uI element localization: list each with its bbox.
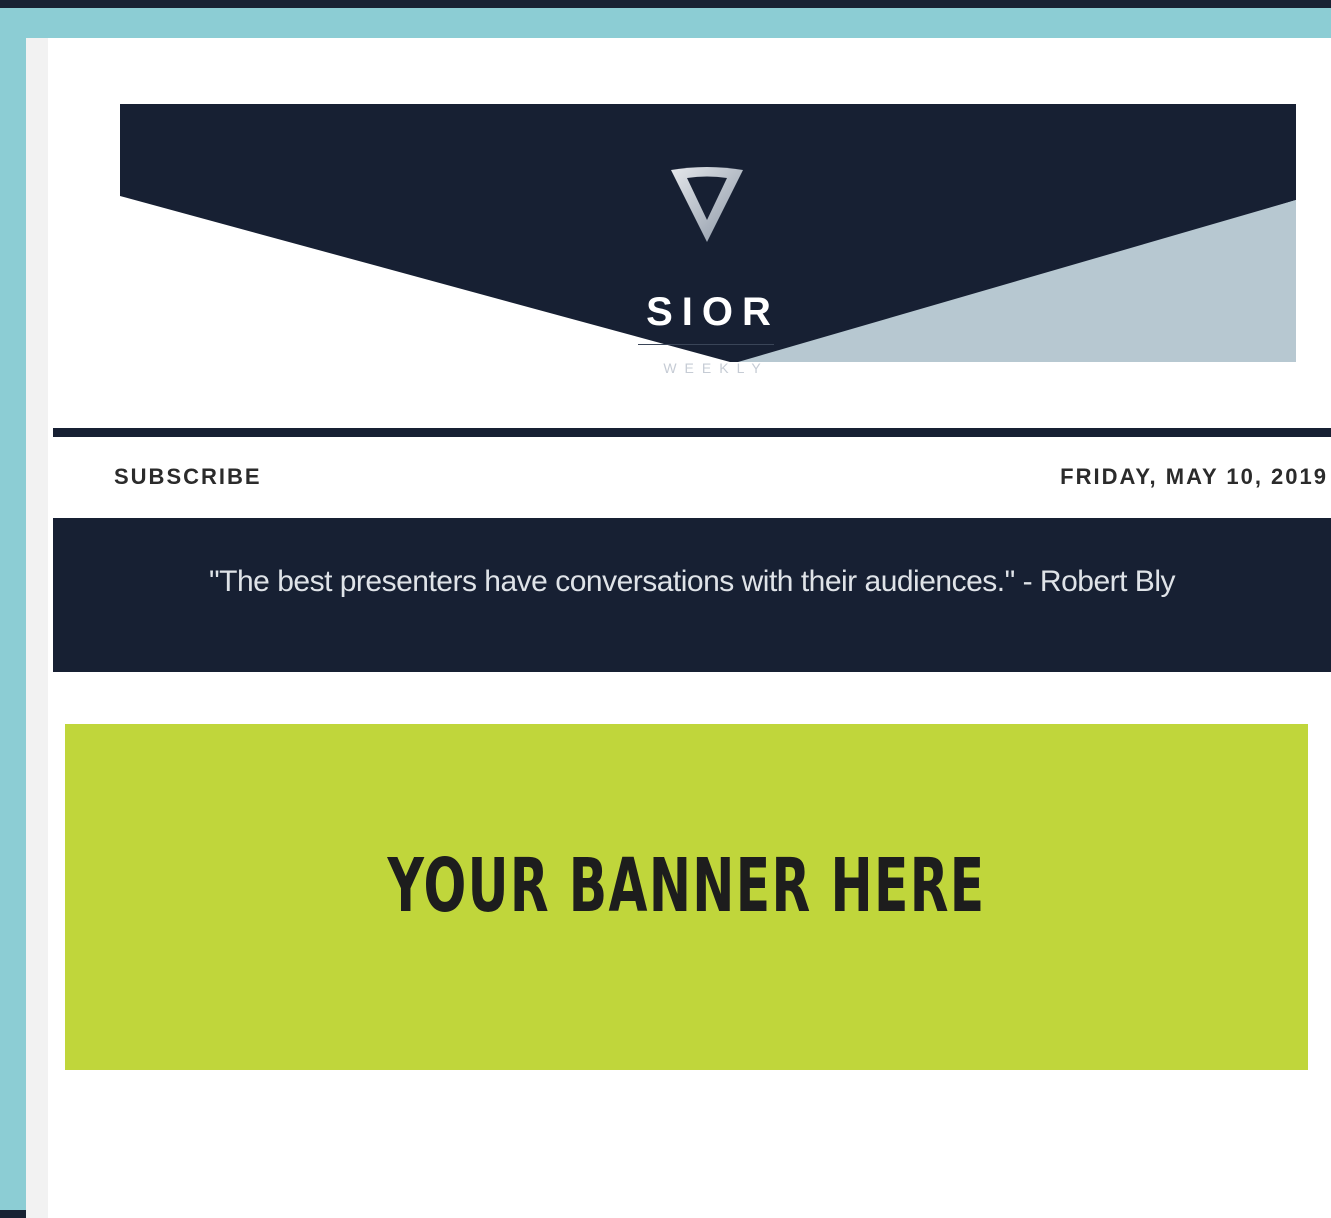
banner-placeholder[interactable]: YOUR BANNER HERE (65, 724, 1308, 1070)
page-edge (26, 38, 48, 1218)
newsletter-preview: SIOR WEEKLY SUBSCRIBE FRIDAY, MAY 10, 20… (26, 38, 1331, 1218)
quote-text: "The best presenters have conversations … (209, 565, 1175, 598)
shield-v-logo-icon (667, 166, 747, 244)
masthead-banner: SIOR WEEKLY (120, 104, 1296, 375)
subscribe-link[interactable]: SUBSCRIBE (114, 466, 262, 488)
logo-divider (638, 344, 774, 345)
logo-subtitle: WEEKLY (663, 360, 769, 376)
quote-band: "The best presenters have conversations … (53, 518, 1331, 672)
teal-frame: SIOR WEEKLY SUBSCRIBE FRIDAY, MAY 10, 20… (0, 8, 1331, 1218)
banner-text: YOUR BANNER HERE (387, 843, 986, 929)
logo-name: SIOR (646, 290, 780, 334)
issue-date: FRIDAY, MAY 10, 2019 (1060, 464, 1328, 489)
header-rule (53, 428, 1331, 437)
